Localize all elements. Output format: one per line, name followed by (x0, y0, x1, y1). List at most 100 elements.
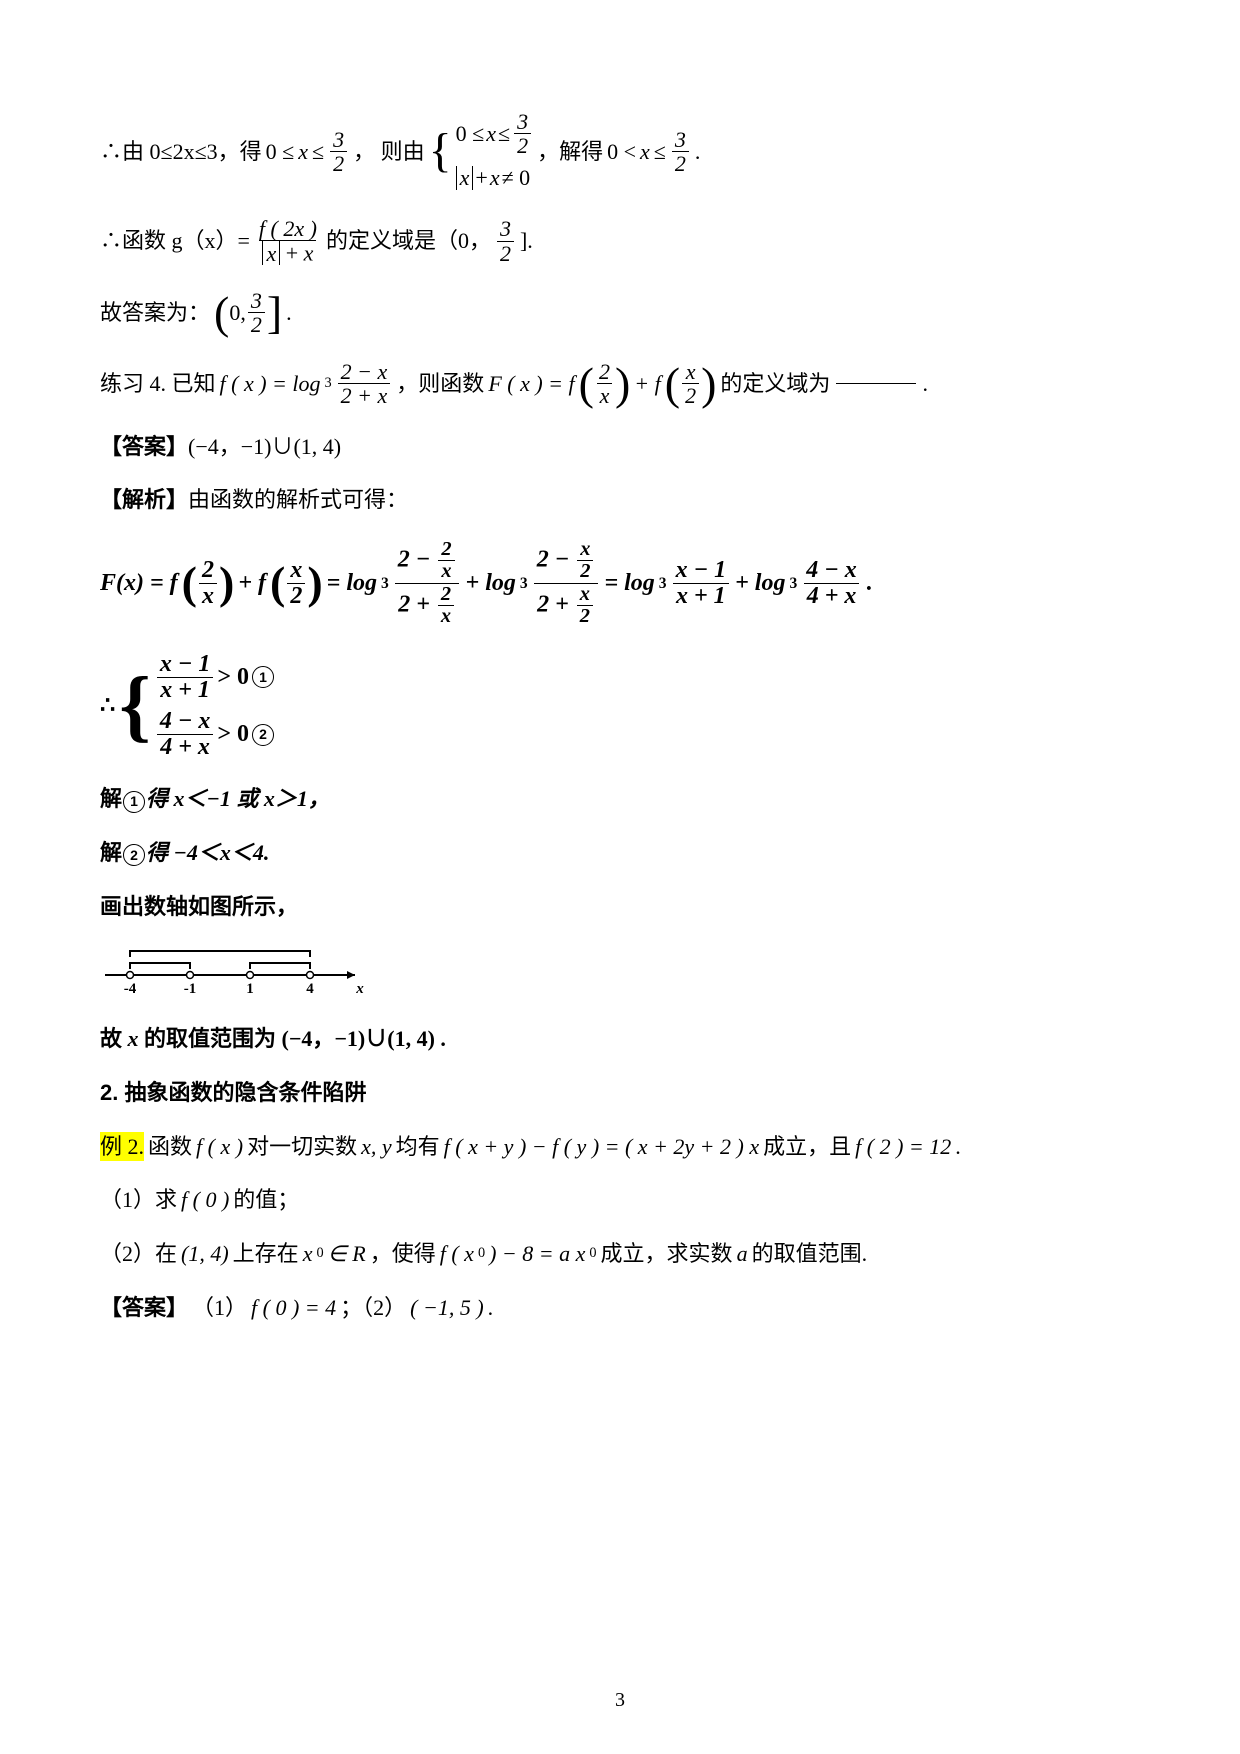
circle-number-icon: 2 (252, 724, 274, 746)
denominator: 2 (514, 133, 531, 157)
fraction: 3 2 (672, 128, 689, 175)
denominator: 2 (682, 383, 699, 407)
text: + (475, 163, 487, 193)
brace-icon: { (429, 127, 452, 175)
text: . (866, 567, 872, 599)
paragraph-step1: ∴由 0≤2x≤3，得 0 ≤ x ≤ 3 2 ， 则由 { 0 ≤ x ≤ 3… (100, 110, 1140, 193)
sub: 3 (659, 573, 667, 594)
text: 的值； (233, 1185, 299, 1215)
system-row-1: x − 1x + 1 > 0 1 (155, 652, 275, 703)
numerator: 2 − x (338, 360, 391, 383)
answer-2: 【答案】 （1） f ( 0 ) = 4 ；（2） ( −1, 5 ) . (100, 1293, 1140, 1323)
denominator: 2 + x2 (534, 583, 598, 628)
var-x: x (640, 137, 650, 167)
interval: ( 0, 3 2 ] (214, 289, 282, 336)
numerator: 2 − 2x (395, 539, 460, 583)
solve-step-1: 解1得 x＜−1 或 x＞1， (100, 784, 1140, 814)
math: + f (634, 369, 660, 399)
answer-text: (−4，−1)∪(1, 4) (188, 434, 341, 459)
paren-arg: ( x2 ) (270, 558, 323, 609)
math: f ( x + y ) − f ( y ) = ( x + 2y + 2 ) x (444, 1132, 760, 1162)
math: f ( 0 ) (181, 1185, 229, 1215)
fraction: 3 2 (248, 289, 265, 336)
math: x (303, 1239, 313, 1269)
paragraph-step2: ∴函数 g（x）= f ( 2x ) x + x 的定义域是（0， 3 2 ]. (100, 217, 1140, 265)
abs: x (262, 241, 280, 265)
text: 成立，且 (763, 1132, 851, 1162)
text: . (488, 1293, 494, 1323)
right-paren-icon: ) (701, 360, 716, 407)
sub: 0 (316, 1244, 323, 1263)
numerator: 4 − x (803, 558, 860, 583)
fraction: 3 2 (330, 128, 347, 175)
paren-arg: ( 2x ) (182, 558, 235, 609)
numberline-svg: -4 -1 1 4 x (100, 945, 370, 1000)
math: f ( x ) = log (220, 369, 321, 399)
denominator: 2 + 2x (395, 583, 459, 628)
sub: 0 (589, 1244, 596, 1263)
text: ≤ (498, 119, 510, 149)
text: ≤ (654, 137, 666, 167)
math: ( −1, 5 ) (410, 1293, 484, 1323)
inequality-system: ∴ { x − 1x + 1 > 0 1 4 − x4 + x > 0 2 (100, 652, 1140, 761)
num: 2 (438, 584, 454, 605)
text: 解 (100, 840, 122, 865)
denominator: 4 + x (157, 734, 213, 760)
denominator: 2 (497, 241, 514, 265)
tick-label: 1 (246, 981, 254, 997)
math: f ( 2 ) = 12 (855, 1132, 951, 1162)
numerator: 3 (497, 217, 514, 240)
text: ∴ (100, 690, 115, 722)
math: f ( 0 ) = 4 (251, 1293, 336, 1323)
numerator: 3 (330, 128, 347, 151)
circle-number-icon: 1 (123, 791, 145, 813)
text: 的取值范围. (752, 1239, 868, 1269)
math: f ( x (440, 1239, 474, 1269)
fraction: 3 2 (497, 217, 514, 264)
tick-label: -4 (124, 981, 137, 997)
numerator: x (287, 558, 305, 583)
den: 2 (577, 605, 593, 627)
document-page: ∴由 0≤2x≤3，得 0 ≤ x ≤ 3 2 ， 则由 { 0 ≤ x ≤ 3… (0, 0, 1240, 1754)
text: . (286, 298, 292, 328)
paren-arg: ( x 2 ) (665, 360, 717, 407)
fraction: x 2 (682, 360, 699, 407)
text: 故 (100, 1026, 128, 1051)
denominator: x (199, 583, 217, 609)
var-x: x (298, 137, 308, 167)
numerator: f ( 2x ) (256, 217, 320, 240)
denominator: x + x (259, 240, 316, 265)
text: . (695, 137, 701, 167)
answer-label: 【答案】 (100, 434, 188, 459)
solve-step-2: 解2得 −4＜x＜4. (100, 838, 1140, 868)
text: . (922, 369, 928, 399)
text: ；（2） (340, 1293, 406, 1323)
fraction: f ( 2x ) x + x (256, 217, 320, 265)
right-bracket-icon: ] (267, 289, 282, 336)
circle-number-icon: 2 (123, 844, 145, 866)
text: 0 < (607, 137, 636, 167)
left-paren-icon: ( (270, 558, 285, 609)
tick-label: -1 (184, 981, 197, 997)
right-paren-icon: ) (615, 360, 630, 407)
paren-arg: ( 2 x ) (579, 360, 631, 407)
brace-icon: { (119, 666, 151, 746)
num: 2 (438, 539, 454, 560)
page-number: 3 (0, 1687, 1240, 1714)
x-label: x (355, 981, 364, 997)
text: 练习 4. 已知 (100, 369, 216, 399)
text: ]. (520, 226, 533, 256)
section-heading-2: 2. 抽象函数的隐含条件陷阱 (100, 1078, 1140, 1108)
fill-in-blank (836, 383, 916, 384)
text: 得 −4＜x＜4. (146, 840, 269, 865)
numerator: x (683, 360, 699, 383)
left-paren-icon: ( (579, 360, 594, 407)
denominator: 4 + x (804, 583, 860, 609)
numerator: 2 − x2 (534, 539, 599, 583)
var-x: x (266, 242, 276, 265)
var-x: x (304, 241, 314, 266)
question-2: （2）在 (1, 4) 上存在 x0 ∈ R ，使得 f ( x0 ) − 8 … (100, 1239, 1140, 1269)
text: 上存在 (233, 1239, 299, 1269)
numerator: 3 (248, 289, 265, 312)
text: ≤ (312, 137, 324, 167)
